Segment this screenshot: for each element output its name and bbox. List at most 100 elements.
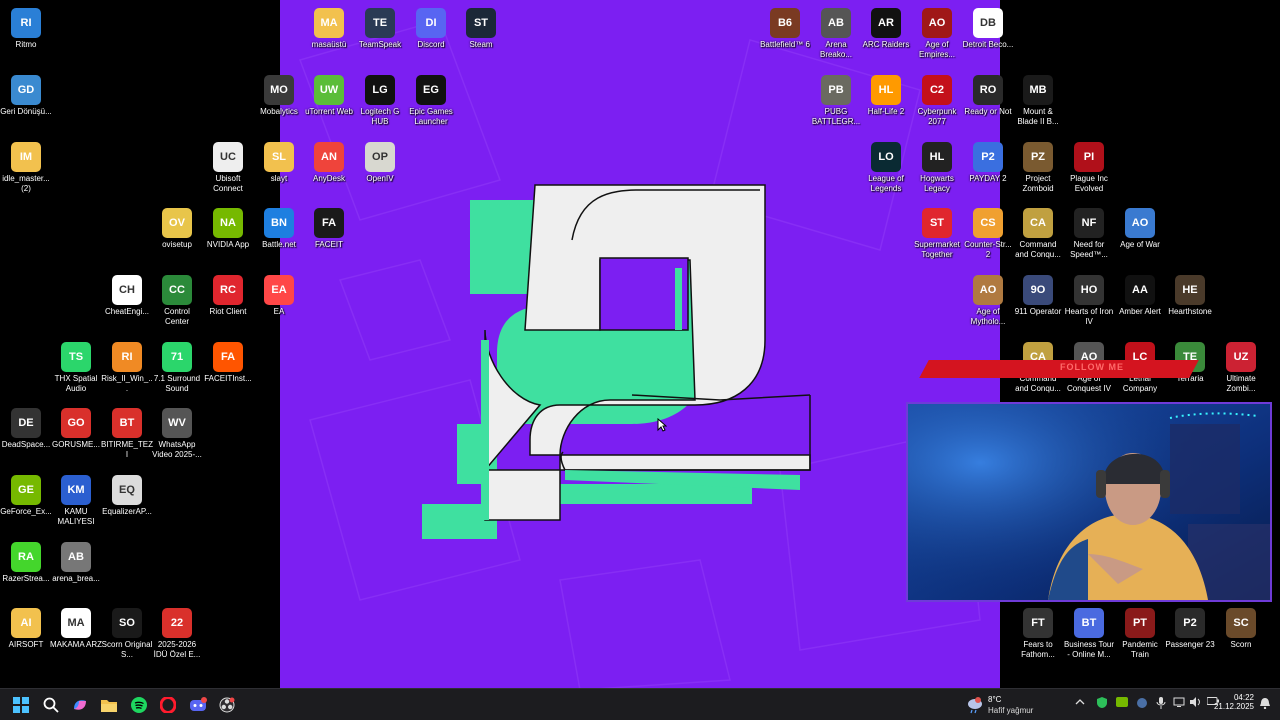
obs-button[interactable] bbox=[215, 693, 239, 717]
desktop-icon-left-22[interactable]: WV WhatsApp Video 2025-... bbox=[151, 404, 203, 459]
weather-widget[interactable]: 8°C Hafif yağmur bbox=[966, 692, 1046, 718]
desktop-icon-left-15[interactable]: BT BITIRME_TEZI bbox=[101, 404, 153, 459]
desktop-icon-left-28[interactable]: EA EA bbox=[253, 271, 305, 317]
notification-bell-icon[interactable] bbox=[1258, 697, 1272, 711]
security-shield-icon[interactable] bbox=[1095, 697, 1109, 711]
opera-button[interactable] bbox=[156, 693, 180, 717]
desktop-icon-right-4[interactable]: DB Detroit Beco... bbox=[962, 4, 1014, 50]
desktop-icon-right-19[interactable]: AO Age of War bbox=[1114, 204, 1166, 250]
desktop-icon-left-11[interactable]: MA MAKAMA ARZ bbox=[50, 604, 102, 650]
desktop-icon-left-16[interactable]: EQ EqualizerAP... bbox=[101, 471, 153, 517]
desktop-icon-left-8[interactable]: GO GORUSME... bbox=[50, 404, 102, 450]
desktop-icon-right-32[interactable]: PT Pandemic Train bbox=[1114, 604, 1166, 659]
thx-icon: TS bbox=[61, 342, 91, 372]
desktop-icon-wall-0[interactable]: MA masaüstü bbox=[303, 4, 355, 50]
desktop-icon-left-9[interactable]: KM KAMU MALIYESI bbox=[50, 471, 102, 526]
volume-icon[interactable] bbox=[1189, 697, 1203, 711]
desktop-icon-left-7[interactable]: TS THX Spatial Audio bbox=[50, 338, 102, 393]
desktop-icon-right-34[interactable]: SC Scorn bbox=[1215, 604, 1267, 650]
desktop-icon-left-5[interactable]: RA RazerStrea... bbox=[0, 538, 52, 584]
desktop-icon-right-29[interactable]: UZ Ultimate Zombi... bbox=[1215, 338, 1267, 393]
chevron-up-icon[interactable] bbox=[1073, 697, 1087, 711]
desktop-icon-left-23[interactable]: 22 2025-2026 İDÜ Özel E... bbox=[151, 604, 203, 659]
desktop-icon-left-24[interactable]: SL slayt bbox=[253, 138, 305, 184]
desktop-icon-label: arena_brea... bbox=[52, 574, 100, 583]
hearthstone-icon: HE bbox=[1175, 275, 1205, 305]
steam-tray-icon[interactable] bbox=[1135, 697, 1149, 711]
desktop-icon-right-2[interactable]: AR ARC Raiders bbox=[860, 4, 912, 50]
desktop-icon-wall-9[interactable]: OP OpenIV bbox=[354, 138, 406, 184]
desktop-icon-wall-8[interactable]: AN AnyDesk bbox=[303, 138, 355, 184]
desktop-icon-right-30[interactable]: FT Fears to Fathom... bbox=[1012, 604, 1064, 659]
control-center-icon: CC bbox=[162, 275, 192, 305]
network-icon[interactable] bbox=[1172, 697, 1186, 711]
fears-icon: FT bbox=[1023, 608, 1053, 638]
nvidia-tray-icon[interactable] bbox=[1115, 697, 1129, 711]
desktop-icon-left-17[interactable]: SO Scorn Original S... bbox=[101, 604, 153, 659]
desktop-icon-left-10[interactable]: AB arena_brea... bbox=[50, 538, 102, 584]
desktop-icon-wall-4[interactable]: MO Mobalytics bbox=[253, 71, 305, 117]
desktop-icon-wall-10[interactable]: FA FACEIT bbox=[303, 204, 355, 250]
desktop-icon-left-21[interactable]: 71 7.1 Surround Sound bbox=[151, 338, 203, 393]
battlefield-icon: B6 bbox=[770, 8, 800, 38]
spotify-button[interactable] bbox=[127, 693, 151, 717]
clock-date: 21.12.2025 bbox=[1213, 702, 1254, 711]
desktop-icon-right-3[interactable]: AO Age of Empires... bbox=[911, 4, 963, 59]
desktop-icon-label: WhatsApp Video 2025-... bbox=[152, 440, 202, 459]
desktop-icon-right-13[interactable]: PZ Project Zomboid bbox=[1012, 138, 1064, 193]
riot-icon: RC bbox=[213, 275, 243, 305]
desktop-icon-wall-6[interactable]: LG Logitech G HUB bbox=[354, 71, 406, 126]
desktop-icon-right-22[interactable]: HO Hearts of Iron IV bbox=[1063, 271, 1115, 326]
microphone-icon[interactable] bbox=[1154, 697, 1168, 711]
desktop-icon-right-6[interactable]: HL Half-Life 2 bbox=[860, 71, 912, 117]
desktop-icon-right-15[interactable]: ST Supermarket Together bbox=[911, 204, 963, 259]
desktop-icon-right-17[interactable]: CA Command and Conqu... bbox=[1012, 204, 1064, 259]
desktop-icon-left-13[interactable]: CH CheatEngi... bbox=[101, 271, 153, 317]
discord-button[interactable] bbox=[186, 693, 210, 717]
desktop-icon-left-19[interactable]: NA NVIDIA App bbox=[202, 204, 254, 250]
desktop-icon-right-16[interactable]: CS Counter-Str... 2 bbox=[962, 204, 1014, 259]
desktop-icon-right-7[interactable]: C2 Cyberpunk 2077 bbox=[911, 71, 963, 126]
desktop-icon-left-1[interactable]: GD Geri Dönüşü... bbox=[0, 71, 52, 117]
desktop-icon-wall-7[interactable]: EG Epic Games Launcher bbox=[405, 71, 457, 126]
desktop-icon-right-18[interactable]: NF Need for Speed™... bbox=[1063, 204, 1115, 259]
desktop-icon-right-5[interactable]: PB PUBG BATTLEGR... bbox=[810, 71, 862, 126]
desktop-icon-left-25[interactable]: BN Battle.net bbox=[253, 204, 305, 250]
desktop-icon-right-9[interactable]: MB Mount & Blade II B... bbox=[1012, 71, 1064, 126]
desktop-icon-left-3[interactable]: DE DeadSpace... bbox=[0, 404, 52, 450]
desktop-icon-wall-1[interactable]: TE TeamSpeak bbox=[354, 4, 406, 50]
desktop-icon-left-6[interactable]: AI AIRSOFT bbox=[0, 604, 52, 650]
desktop-icon-left-26[interactable]: RC Riot Client bbox=[202, 271, 254, 317]
file-explorer-button[interactable] bbox=[97, 693, 121, 717]
desktop-icon-right-10[interactable]: LO League of Legends bbox=[860, 138, 912, 193]
desktop-icon-left-2[interactable]: IM idle_master... (2) bbox=[0, 138, 52, 193]
copilot-button[interactable] bbox=[68, 693, 92, 717]
desktop-icon-label: Ready or Not bbox=[964, 107, 1012, 116]
battlenet-icon: BN bbox=[264, 208, 294, 238]
desktop-icon-right-31[interactable]: BT Business Tour - Online M... bbox=[1063, 604, 1115, 659]
desktop-icon-left-14[interactable]: RI Risk_II_Win_... bbox=[101, 338, 153, 393]
desktop-icon-right-14[interactable]: PI Plague Inc Evolved bbox=[1063, 138, 1115, 193]
desktop-icon-right-12[interactable]: P2 PAYDAY 2 bbox=[962, 138, 1014, 184]
desktop-icon-right-11[interactable]: HL Hogwarts Legacy bbox=[911, 138, 963, 193]
desktop-icon-left-0[interactable]: RI Ritmo bbox=[0, 4, 52, 50]
desktop-icon-wall-3[interactable]: ST Steam bbox=[455, 4, 507, 50]
desktop-icon-left-20[interactable]: CC Control Center bbox=[151, 271, 203, 326]
desktop-icon-right-21[interactable]: 9O 911 Operator bbox=[1012, 271, 1064, 317]
desktop-icon-right-20[interactable]: AO Age of Mytholo... bbox=[962, 271, 1014, 326]
clock[interactable]: 04:22 21.12.2025 bbox=[1206, 693, 1254, 711]
start-button[interactable] bbox=[9, 693, 33, 717]
desktop-icon-left-18[interactable]: UC Ubisoft Connect bbox=[202, 138, 254, 193]
desktop-icon-left-27[interactable]: FA FACEITInst... bbox=[202, 338, 254, 384]
desktop-icon-right-33[interactable]: P2 Passenger 23 bbox=[1164, 604, 1216, 650]
desktop-icon-left-12[interactable]: OV ovisetup bbox=[151, 204, 203, 250]
desktop-icon-right-24[interactable]: HE Hearthstone bbox=[1164, 271, 1216, 317]
desktop-icon-right-1[interactable]: AB Arena Breako... bbox=[810, 4, 862, 59]
desktop-icon-wall-2[interactable]: DI Discord bbox=[405, 4, 457, 50]
desktop-icon-right-8[interactable]: RO Ready or Not bbox=[962, 71, 1014, 117]
search-button[interactable] bbox=[39, 693, 63, 717]
desktop-icon-right-23[interactable]: AA Amber Alert bbox=[1114, 271, 1166, 317]
desktop-icon-left-4[interactable]: GE GeForce_Ex... bbox=[0, 471, 52, 517]
desktop-icon-right-0[interactable]: B6 Battlefield™ 6 bbox=[759, 4, 811, 50]
desktop-icon-wall-5[interactable]: UW uTorrent Web bbox=[303, 71, 355, 117]
